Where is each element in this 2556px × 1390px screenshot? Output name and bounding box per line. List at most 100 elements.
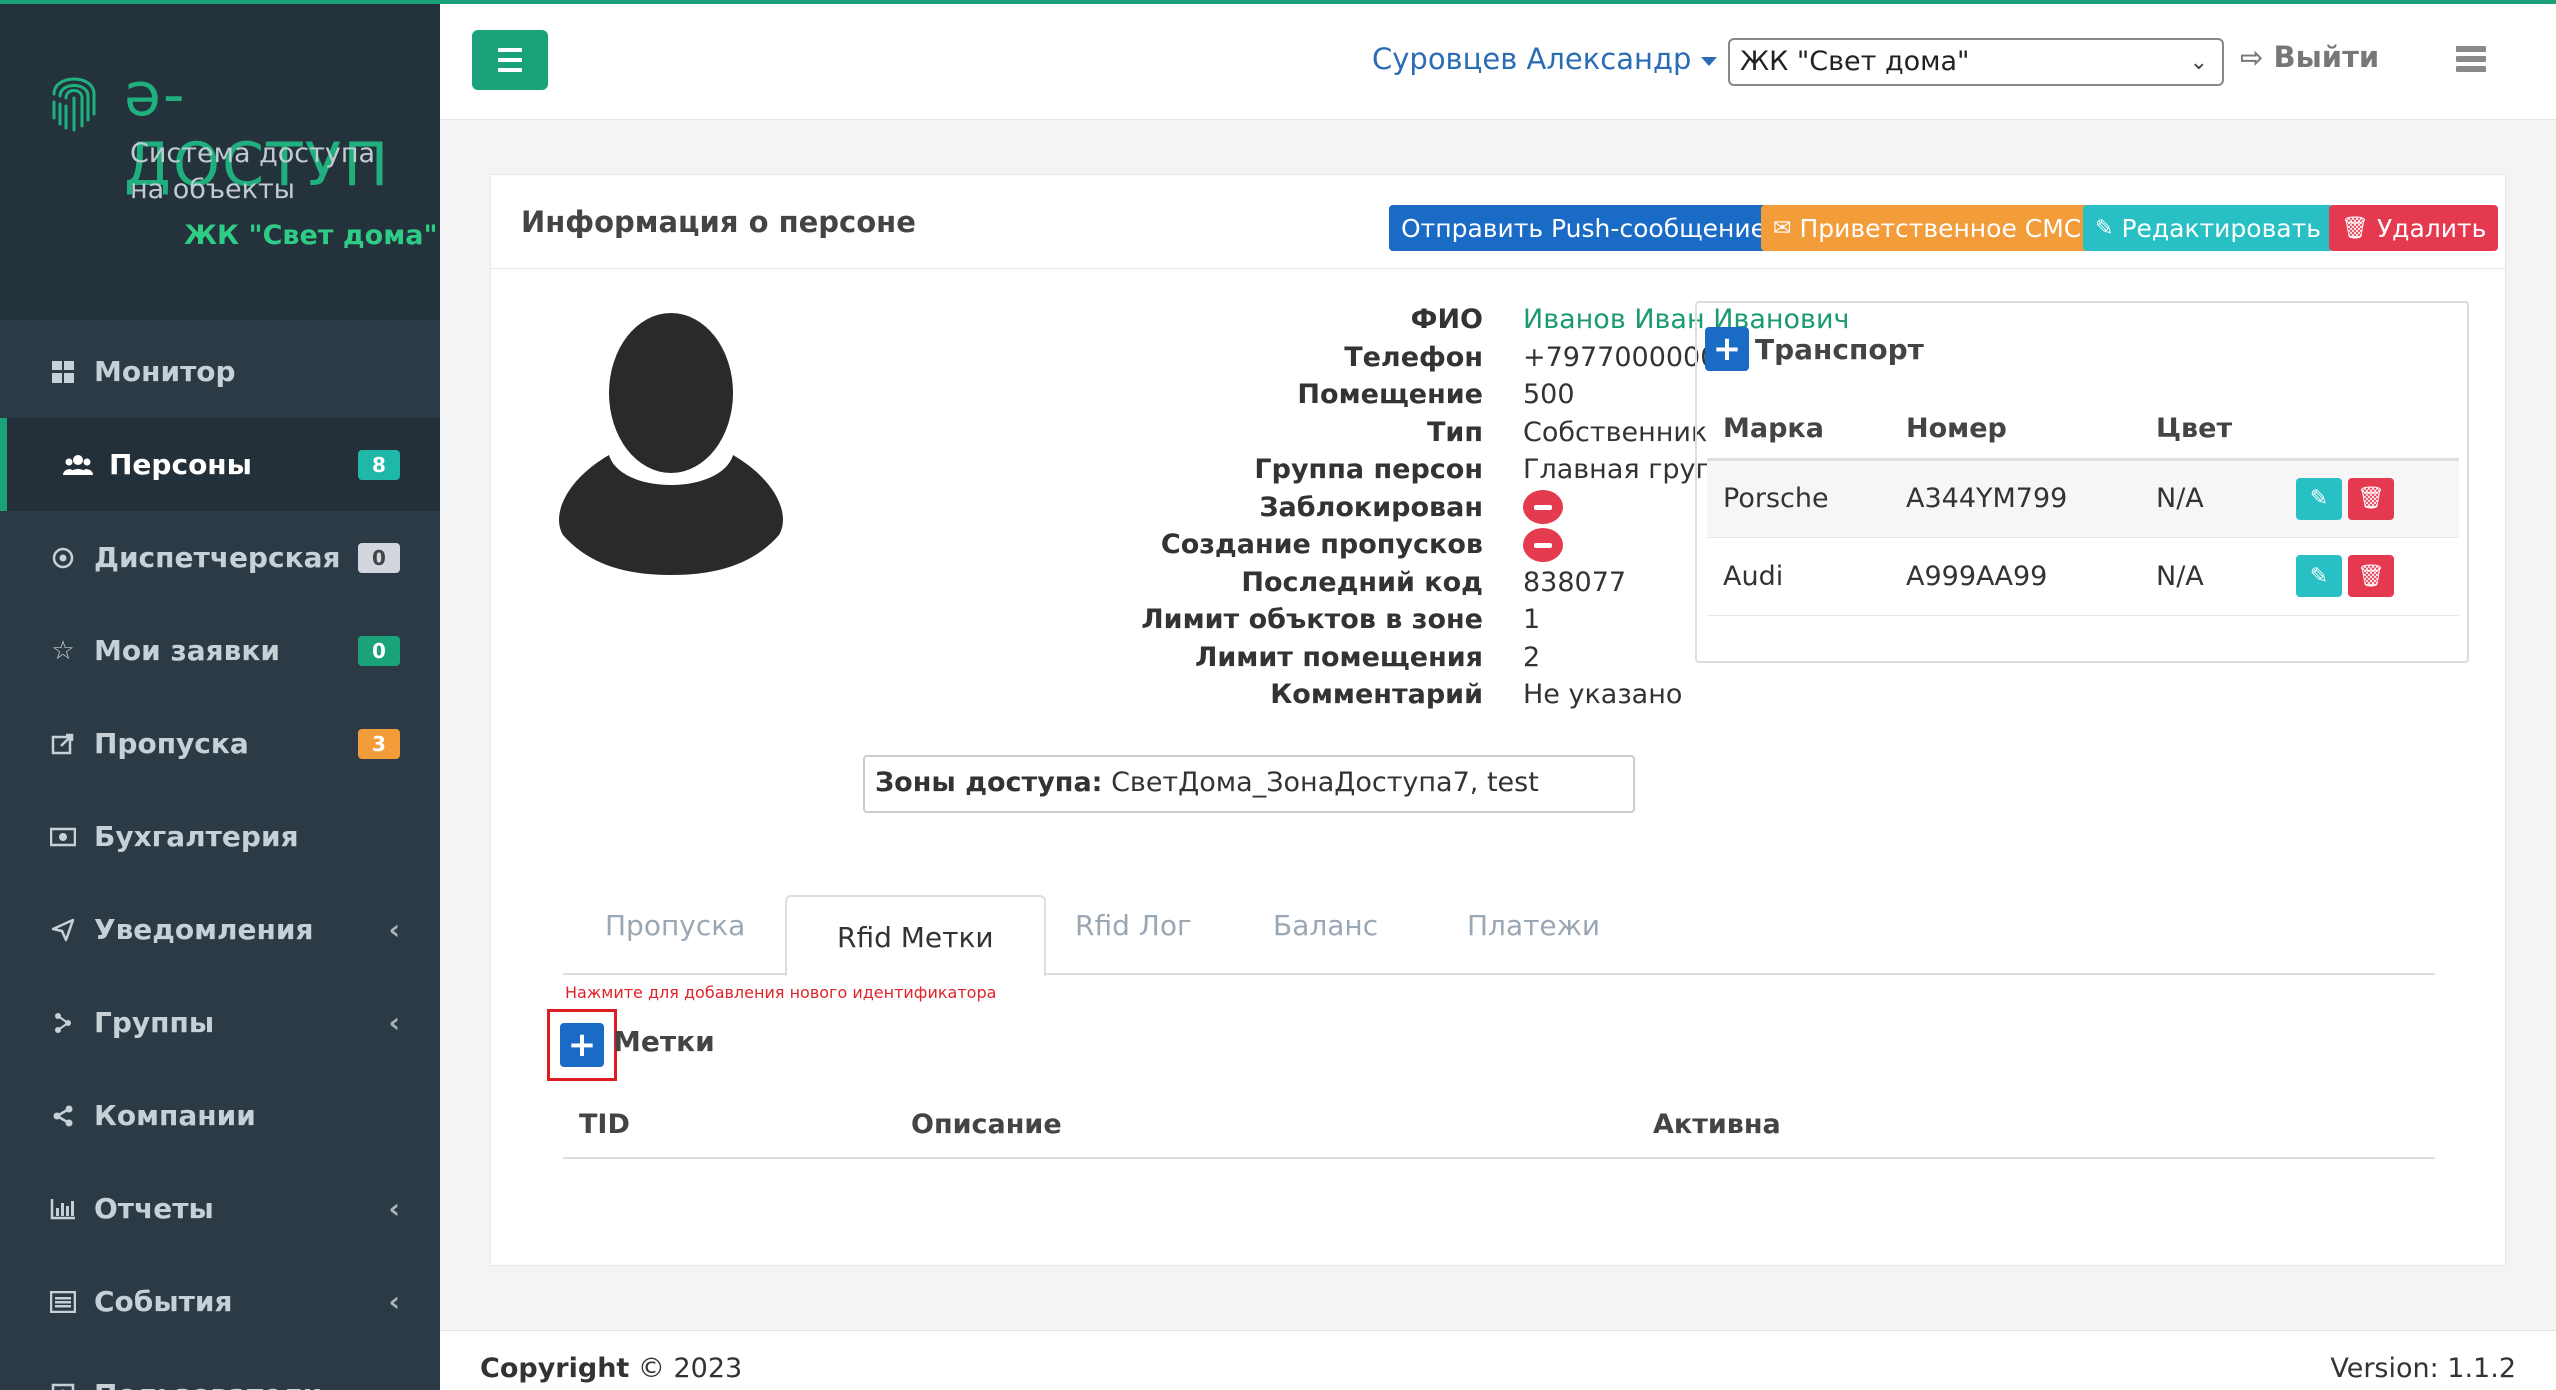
delete-label: Удалить <box>2376 213 2487 243</box>
tab-rfid-tags[interactable]: Rfid Метки <box>785 895 1046 977</box>
detail-row-comment: Комментарий Не указано <box>791 676 1849 714</box>
send-icon <box>48 915 78 945</box>
sidebar-item-label: Компании <box>94 1099 256 1132</box>
sidebar-item-label: Бухгалтерия <box>94 820 299 853</box>
table-row: Porsche А344YM799 N/A ✎ 🗑 <box>1707 459 2459 538</box>
add-transport-button[interactable]: + <box>1705 327 1749 371</box>
transport-title: Транспорт <box>1755 332 1924 366</box>
sidebar: ə-ДОСТУП Система доступа на объекты ЖК "… <box>0 0 440 1390</box>
brand: ə-ДОСТУП Система доступа на объекты ЖК "… <box>0 0 440 320</box>
detail-row-room-limit: Лимит помещения 2 <box>791 639 1849 677</box>
delete-transport-button[interactable]: 🗑 <box>2348 555 2394 597</box>
access-zones-label: Зоны доступа: <box>875 767 1103 798</box>
detail-label: Помещение <box>1297 379 1483 411</box>
edit-label: Редактировать <box>2121 213 2321 243</box>
edit-button[interactable]: ✎ Редактировать <box>2083 205 2333 251</box>
user-icon <box>48 1380 78 1390</box>
detail-label: Лимит помещения <box>1194 641 1483 673</box>
person-tabs: Пропуска Rfid Метки Rfid Лог Баланс Плат… <box>563 895 2435 977</box>
list-icon <box>48 1287 78 1317</box>
sidebar-item-reports[interactable]: Отчеты ‹ <box>0 1162 440 1255</box>
detail-row-pass-creation: Создание пропусков <box>791 526 1849 564</box>
sidebar-item-passes[interactable]: Пропуска 3 <box>0 697 440 790</box>
sidebar-item-groups[interactable]: Группы ‹ <box>0 976 440 1069</box>
delete-button[interactable]: 🗑 Удалить <box>2329 205 2499 251</box>
delete-transport-button[interactable]: 🗑 <box>2348 477 2394 520</box>
sidebar-item-label: Уведомления <box>94 913 314 946</box>
welcome-sms-label: Приветственное СМС <box>1799 213 2082 243</box>
edit-transport-button[interactable]: ✎ <box>2296 555 2342 597</box>
transport-col-number: Номер <box>1890 399 2140 461</box>
tags-col-description: Описание <box>911 1109 1062 1140</box>
detail-label: Тип <box>1427 416 1483 448</box>
tab-balance[interactable]: Баланс <box>1273 909 1378 942</box>
sidebar-item-label: Диспетчерская <box>94 541 341 574</box>
detail-value-room-limit: 2 <box>1523 641 1541 673</box>
share-icon <box>48 1101 78 1131</box>
trash-icon: 🗑 <box>2341 215 2369 241</box>
transport-brand: Audi <box>1707 537 1890 616</box>
settings-menu-icon[interactable] <box>2456 46 2486 72</box>
logout-icon: ⇨ <box>2240 41 2264 74</box>
transport-col-brand: Марка <box>1707 399 1890 461</box>
complex-select[interactable]: ЖК "Свет дома" ⌄ <box>1728 38 2224 86</box>
minus-circle-icon <box>1523 490 1563 525</box>
money-icon <box>48 822 78 852</box>
sidebar-item-notifications[interactable]: Уведомления ‹ <box>0 883 440 976</box>
sidebar-item-label: Мои заявки <box>94 634 280 667</box>
pass-icon <box>48 729 78 759</box>
caret-down-icon <box>1701 56 1718 66</box>
detail-value-type: Собственник <box>1523 416 1708 448</box>
person-info-panel: Информация о персоне Отправить Push-сооб… <box>490 174 2506 1266</box>
tags-table-header: TID Описание Активна <box>563 1093 2435 1159</box>
transport-header: + Транспорт <box>1705 327 1924 371</box>
sidebar-item-accounting[interactable]: Бухгалтерия <box>0 790 440 883</box>
sidebar-item-my-requests[interactable]: ☆ Мои заявки 0 <box>0 604 440 697</box>
detail-value-zone-limit: 1 <box>1523 604 1541 636</box>
logout-button[interactable]: ⇨ Выйти <box>2240 40 2379 74</box>
user-menu[interactable]: Суровцев Александр <box>1372 42 1718 76</box>
persons-count-badge: 8 <box>358 449 400 480</box>
transport-number: А999АА99 <box>1890 537 2140 616</box>
sidebar-item-events[interactable]: События ‹ <box>0 1255 440 1348</box>
sidebar-item-companies[interactable]: Компании <box>0 1069 440 1162</box>
version: Version: 1.1.2 <box>2330 1353 2516 1384</box>
panel-header: Информация о персоне Отправить Push-сооб… <box>491 175 2505 269</box>
transport-color: N/A <box>2140 459 2280 538</box>
star-icon: ☆ <box>51 635 75 666</box>
edit-transport-button[interactable]: ✎ <box>2296 477 2342 520</box>
transport-box: + Транспорт Марка Номер Цвет Porsche А34… <box>1695 301 2469 663</box>
hamburger-icon <box>498 48 522 52</box>
send-push-button[interactable]: Отправить Push-сообщение <box>1389 205 1779 251</box>
sidebar-item-users[interactable]: Пользователи <box>0 1348 440 1390</box>
detail-label: Создание пропусков <box>1160 529 1483 561</box>
tags-title: Метки <box>613 1025 715 1058</box>
sidebar-item-label: Отчеты <box>94 1192 214 1225</box>
sidebar-item-monitor[interactable]: Монитор <box>0 325 440 418</box>
chevron-left-icon: ‹ <box>388 913 400 946</box>
sidebar-item-persons[interactable]: Персоны 8 <box>0 418 440 511</box>
requests-count-badge: 0 <box>358 635 400 666</box>
detail-value-last-code: 838077 <box>1523 566 1627 598</box>
tab-passes[interactable]: Пропуска <box>605 909 745 942</box>
tab-payments[interactable]: Платежи <box>1467 909 1600 942</box>
sidebar-toggle-button[interactable] <box>472 30 548 90</box>
dispatch-icon <box>48 543 78 573</box>
sidebar-item-label: Монитор <box>94 355 236 388</box>
plus-icon: + <box>567 1025 597 1065</box>
chevron-left-icon: ‹ <box>388 1006 400 1039</box>
welcome-sms-button[interactable]: ✉ Приветственное СМС <box>1761 205 2094 251</box>
transport-table: Марка Номер Цвет Porsche А344YM799 N/A ✎… <box>1707 399 2459 616</box>
top-accent-line <box>0 0 2556 4</box>
tab-rfid-log[interactable]: Rfid Лог <box>1075 909 1192 942</box>
access-zones-value: СветДома_ЗонаДоступа7, test <box>1111 767 1539 798</box>
groups-icon <box>48 1008 78 1038</box>
add-tag-button[interactable]: + <box>560 1023 604 1067</box>
detail-value-room: 500 <box>1523 379 1575 411</box>
envelope-icon: ✉ <box>1773 215 1792 241</box>
detail-row-last-code: Последний код 838077 <box>791 564 1849 602</box>
sidebar-item-dispatch[interactable]: Диспетчерская 0 <box>0 511 440 604</box>
sidebar-item-label: Пропуска <box>94 727 249 760</box>
chevron-left-icon: ‹ <box>388 1192 400 1225</box>
passes-count-badge: 3 <box>358 728 400 759</box>
